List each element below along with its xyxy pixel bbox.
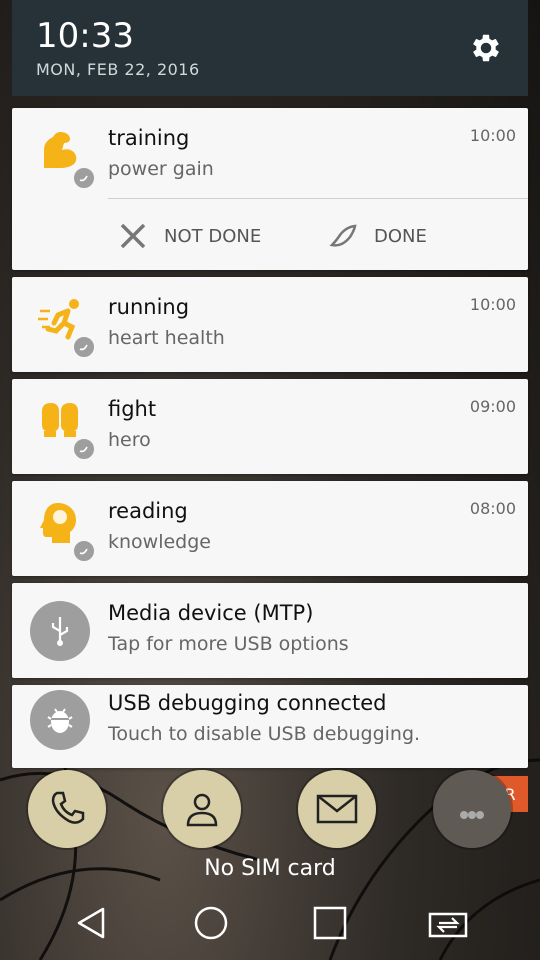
notification-subtitle: knowledge — [108, 531, 211, 553]
notification-time: 08:00 — [469, 499, 516, 518]
notification-subtitle: hero — [108, 429, 151, 451]
usb-icon — [30, 601, 90, 661]
runner-icon — [38, 297, 82, 341]
notification-time: 09:00 — [469, 397, 516, 416]
screen-cast-icon[interactable] — [423, 900, 473, 946]
clock: 10:33 — [36, 16, 134, 56]
notification-reading[interactable]: reading knowledge 08:00 — [12, 481, 528, 576]
notification-fight[interactable]: fight hero 09:00 — [12, 379, 528, 474]
gear-icon[interactable] — [468, 30, 504, 66]
notification-training[interactable]: training power gain 10:00 NOT DONE DONE — [12, 108, 528, 270]
alarm-badge-icon — [72, 335, 96, 359]
carrier-text: No SIM card — [204, 856, 336, 881]
divider — [108, 198, 528, 199]
navigation-bar — [0, 884, 540, 960]
notification-time: 10:00 — [469, 126, 516, 145]
notification-title: running — [108, 295, 190, 319]
notification-subtitle: Touch to disable USB debugging. — [108, 723, 421, 745]
notification-title: USB debugging connected — [108, 691, 387, 715]
notification-title: fight — [108, 397, 157, 421]
notification-running[interactable]: running heart health 10:00 — [12, 277, 528, 372]
android-bug-icon — [30, 690, 90, 750]
alarm-badge-icon — [72, 437, 96, 461]
notification-usb-mtp[interactable]: Media device (MTP) Tap for more USB opti… — [12, 583, 528, 678]
muscle-arm-icon — [38, 128, 82, 172]
brain-head-icon — [38, 501, 82, 545]
notification-header: 10:33 MON, FEB 22, 2016 — [12, 0, 528, 96]
notification-subtitle: power gain — [108, 158, 214, 180]
apps-icon[interactable] — [433, 770, 511, 848]
notification-subtitle: heart health — [108, 327, 225, 349]
recents-icon[interactable] — [305, 900, 355, 946]
alarm-badge-icon — [72, 166, 96, 190]
notification-time: 10:00 — [469, 295, 516, 314]
close-x-icon — [120, 223, 146, 249]
boxing-gloves-icon — [38, 399, 82, 443]
not-done-button[interactable]: NOT DONE — [118, 208, 261, 264]
mail-icon[interactable] — [298, 770, 376, 848]
notification-title: training — [108, 126, 190, 150]
contacts-icon[interactable] — [163, 770, 241, 848]
not-done-label: NOT DONE — [164, 225, 262, 247]
phone-icon[interactable] — [28, 770, 106, 848]
notification-title: reading — [108, 499, 188, 523]
notification-title: Media device (MTP) — [108, 601, 314, 625]
date: MON, FEB 22, 2016 — [36, 60, 200, 79]
alarm-badge-icon — [72, 539, 96, 563]
back-icon[interactable] — [66, 900, 116, 946]
done-icon — [329, 224, 357, 247]
home-icon[interactable] — [186, 900, 236, 946]
notification-subtitle: Tap for more USB options — [108, 633, 349, 655]
notification-usb-debugging[interactable]: USB debugging connected Touch to disable… — [12, 685, 528, 768]
done-button[interactable]: DONE — [328, 208, 427, 264]
done-label: DONE — [374, 225, 427, 247]
